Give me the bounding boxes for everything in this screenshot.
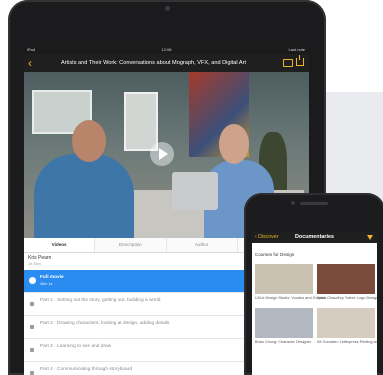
iphone-device: ‹ Discover Documentaries Courses for Des… — [244, 193, 383, 375]
airplay-icon[interactable] — [283, 59, 293, 67]
course-card[interactable]: Kit Goodwin: Letterpress Printing and Ty… — [317, 308, 377, 345]
iphone-screen: ‹ Discover Documentaries Courses for Des… — [252, 232, 377, 375]
play-button-icon[interactable] — [150, 142, 174, 166]
lock-icon — [30, 325, 34, 329]
course-name: Norm Chaudhry Talent: Logo Design L... — [317, 296, 377, 300]
tab-description[interactable]: Description — [95, 238, 167, 252]
person-image — [34, 154, 134, 238]
status-bar: iPad 12:08 Last note — [24, 46, 309, 54]
author-name: Kris Pearn — [28, 255, 52, 261]
list-item-title: Part 2 · Drawing characters, looking at … — [40, 321, 170, 326]
lock-icon — [30, 302, 34, 306]
list-item-title: Part 3 · Learning to see and draw — [40, 344, 112, 349]
camera-dot — [165, 6, 170, 11]
play-circle-icon — [29, 277, 36, 284]
course-thumbnail — [255, 264, 313, 294]
course-name: Brian Chong: Character Designer — [255, 340, 312, 344]
person-head-image — [72, 120, 106, 162]
tab-videos[interactable]: Videos — [24, 238, 96, 252]
clock: 12:08 — [161, 47, 172, 52]
person-head-image — [219, 124, 249, 164]
course-thumbnail — [255, 308, 313, 338]
list-item-title: Part 1 · Setting out the story, getting … — [40, 298, 161, 303]
author-duration: 1h 33m — [28, 262, 41, 266]
camera-dot — [291, 201, 295, 205]
course-title: Artists and Their Work: Conversations ab… — [60, 60, 247, 66]
course-thumbnail — [317, 308, 375, 338]
course-card[interactable]: Brian Chong: Character Designer — [255, 308, 313, 345]
course-name: UI/Ux Design Studio: Voodoo and Graphic.… — [255, 296, 330, 300]
list-item-title: Full movie — [40, 275, 64, 280]
course-card[interactable]: Norm Chaudhry Talent: Logo Design L... — [317, 264, 377, 301]
window-image — [124, 92, 158, 151]
course-thumbnail — [317, 264, 375, 294]
list-item-title: Part 4 · Communicating through storyboar… — [40, 367, 132, 372]
tab-author[interactable]: Author — [167, 238, 238, 252]
lock-icon — [30, 348, 34, 352]
nav-bar: ‹ Artists and Their Work: Conversations … — [24, 54, 309, 72]
section-heading: Courses for Design — [255, 252, 295, 257]
list-item-duration: 46m 1s — [40, 282, 53, 286]
battery-indicator: Last note — [288, 47, 305, 52]
nav-bar: ‹ Discover Documentaries — [252, 232, 377, 243]
back-chevron-icon[interactable]: ‹ — [28, 56, 32, 70]
course-name: Kit Goodwin: Letterpress Printing and Ty… — [317, 340, 377, 344]
filter-icon[interactable] — [367, 235, 373, 240]
speaker-grille — [300, 202, 328, 205]
share-icon[interactable] — [296, 55, 304, 66]
laptop-image — [172, 172, 218, 210]
page-title: Documentaries — [295, 234, 334, 240]
course-card[interactable]: UI/Ux Design Studio: Voodoo and Graphic.… — [255, 264, 330, 301]
lock-icon — [30, 371, 34, 375]
